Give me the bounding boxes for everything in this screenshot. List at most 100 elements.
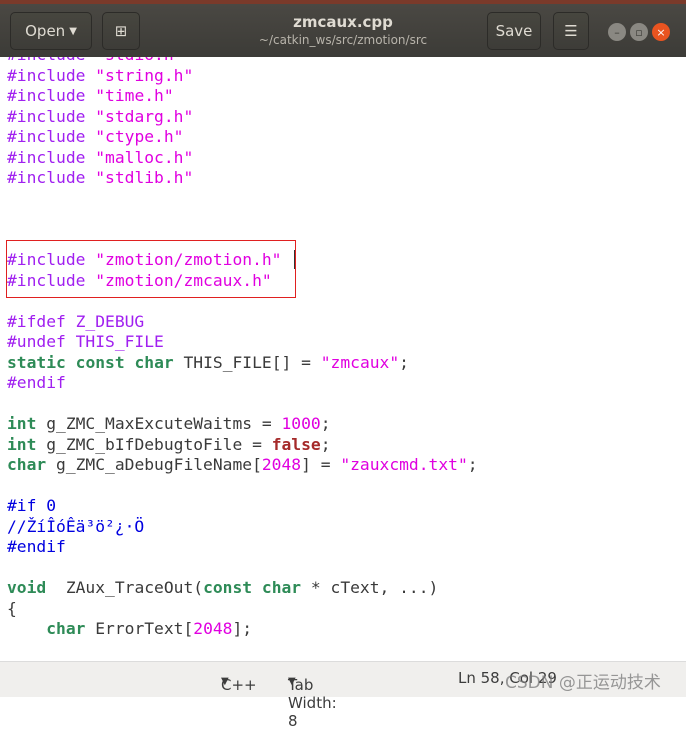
code-token-pp: #include (7, 127, 96, 146)
hamburger-icon: ☰ (564, 22, 578, 40)
code-line: #include "time.h" (7, 86, 478, 107)
code-token-pp: #include (7, 65, 96, 85)
chevron-down-icon: ▼ (288, 676, 296, 687)
code-token-str: "zmcaux" (320, 352, 400, 372)
code-token-pp: #include (7, 147, 96, 167)
code-token-type: const (203, 578, 253, 597)
code-token-str: "zauxcmd.txt" (340, 455, 468, 474)
open-button[interactable]: Open ▼ (10, 12, 92, 50)
header-bar: Open ▼ ⊞ zmcaux.cpp ~/catkin_ws/src/zmoti… (0, 0, 686, 57)
code-line: int g_ZMC_bIfDebugtoFile = false; (7, 435, 478, 456)
code-token-plain: { (7, 598, 17, 618)
code-line: #include "ctype.h" (7, 127, 478, 148)
code-line: #include "string.h" (7, 66, 478, 87)
code-line: #if 0 (7, 496, 478, 517)
chevron-down-icon: ▼ (221, 676, 229, 687)
maximize-icon: ▫ (635, 25, 643, 39)
code-line: #include "malloc.h" (7, 148, 478, 169)
text-cursor (294, 250, 295, 269)
code-token-plain: g_ZMC_MaxExcuteWaitms = (36, 414, 282, 433)
code-line: #endif (7, 537, 478, 558)
code-token-pp: #ifdef Z_DEBUG (7, 311, 145, 331)
code-token-plain: ]; (232, 619, 253, 638)
window-title: zmcaux.cpp ~/catkin_ws/src/zmotion/src (200, 13, 486, 47)
code-token-pp: #include (7, 168, 96, 187)
code-token-cmt: #endif (7, 537, 66, 556)
watermark: CSDN @正运动技术 (505, 673, 661, 693)
code-line: char g_ZMC_aDebugFileName[2048] = "zauxc… (7, 455, 478, 476)
close-icon: × (656, 25, 666, 39)
code-token-str: "stdarg.h" (95, 106, 194, 126)
code-line: int g_ZMC_MaxExcuteWaitms = 1000; (7, 414, 478, 435)
code-token-str: "string.h" (95, 65, 194, 85)
code-editor[interactable]: #include "stdio.h"#include "string.h"#in… (7, 45, 478, 640)
code-token-bool: false (271, 434, 321, 454)
maximize-button[interactable]: ▫ (630, 23, 648, 41)
code-token-pp: #endif (7, 373, 66, 392)
minimize-icon: – (614, 25, 620, 39)
minimize-button[interactable]: – (608, 23, 626, 41)
code-token-type: void (7, 578, 47, 597)
code-token-type: const (75, 352, 125, 372)
code-token-str: "stdlib.h" (95, 168, 194, 187)
code-token-pp: #include (7, 86, 96, 105)
code-line: #ifdef Z_DEBUG (7, 312, 478, 333)
code-token-plain: * cText, ...) (301, 578, 439, 597)
code-token-type: int (7, 414, 37, 433)
code-line: { (7, 599, 478, 620)
code-token-plain: THIS_FILE[] = (173, 352, 321, 372)
code-token-plain: ] = (301, 455, 341, 474)
code-line: //ŽíÎóÊä³ö²¿·Ö (7, 517, 478, 538)
code-token-type: char (261, 578, 302, 597)
code-token-plain: ZAux_TraceOut( (46, 578, 204, 597)
code-token-type: char (7, 455, 47, 474)
code-token-pp: #include (7, 106, 96, 126)
code-line: #endif (7, 373, 478, 394)
file-path: ~/catkin_ws/src/zmotion/src (258, 33, 428, 47)
code-token-str: "malloc.h" (95, 147, 194, 167)
code-line: char ErrorText[2048]; (7, 619, 478, 640)
open-label: Open (25, 22, 66, 40)
code-token-str: "time.h" (95, 86, 174, 105)
code-line: #include "stdlib.h" (7, 168, 478, 189)
new-tab-button[interactable]: ⊞ (102, 12, 140, 50)
close-button[interactable]: × (652, 23, 670, 41)
code-line: #undef THIS_FILE (7, 332, 478, 353)
code-token-plain: g_ZMC_aDebugFileName[ (46, 455, 262, 474)
file-name: zmcaux.cpp (293, 13, 393, 31)
code-token-cmt: //ŽíÎóÊä³ö²¿·Ö (7, 516, 145, 536)
code-token-plain: g_ZMC_bIfDebugtoFile = (36, 434, 272, 454)
save-button[interactable]: Save (487, 12, 541, 50)
menu-button[interactable]: ☰ (553, 12, 589, 50)
code-line: void ZAux_TraceOut(const char * cText, .… (7, 578, 478, 599)
code-line: static const char THIS_FILE[] = "zmcaux"… (7, 353, 478, 374)
code-line: #include "stdarg.h" (7, 107, 478, 128)
code-token-plain: ; (320, 414, 331, 433)
new-document-icon: ⊞ (114, 22, 128, 40)
code-token-str: "ctype.h" (95, 127, 184, 146)
code-token-pp: #undef THIS_FILE (7, 332, 164, 351)
chevron-down-icon: ▼ (69, 25, 77, 37)
code-token-type: char (134, 352, 174, 372)
code-token-plain: ; (467, 455, 478, 474)
code-token-cmt: #if 0 (7, 496, 57, 515)
code-token-num: 1000 (281, 414, 321, 433)
code-token-plain: ; (399, 352, 409, 372)
code-token-plain: ; (320, 434, 331, 454)
code-token-type: static (7, 352, 66, 372)
code-token-type: int (7, 434, 37, 454)
highlight-box (6, 240, 296, 298)
code-token-plain: ErrorText[ (85, 619, 194, 638)
code-token-num: 2048 (193, 619, 233, 638)
code-token-num: 2048 (261, 455, 302, 474)
code-token-type: char (46, 619, 86, 638)
